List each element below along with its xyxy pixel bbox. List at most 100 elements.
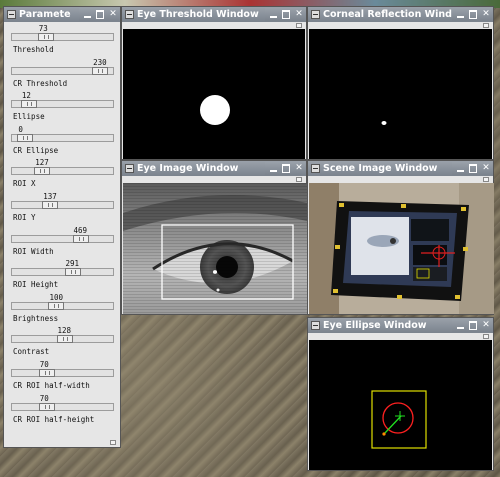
minimize-button[interactable] bbox=[81, 8, 93, 21]
minimize-button[interactable] bbox=[267, 162, 279, 175]
slider-thumb[interactable] bbox=[92, 66, 109, 75]
scroll-knob[interactable] bbox=[483, 334, 489, 339]
param-value: 12 bbox=[21, 91, 31, 101]
resize-grip[interactable] bbox=[110, 440, 116, 445]
eye-threshold-window: Eye Threshold Window ✕ bbox=[121, 6, 307, 160]
slider-thumb[interactable] bbox=[17, 133, 34, 142]
eye-ellipse-image bbox=[309, 340, 492, 470]
window-toolbar-strip bbox=[122, 176, 306, 183]
maximize-button[interactable] bbox=[94, 8, 106, 21]
minimize-button[interactable] bbox=[454, 319, 466, 332]
param-row: 230 CR Threshold bbox=[4, 58, 120, 92]
param-value: 230 bbox=[93, 57, 107, 67]
param-slider[interactable] bbox=[11, 335, 114, 344]
param-slider[interactable] bbox=[11, 133, 114, 142]
scroll-knob[interactable] bbox=[483, 23, 489, 28]
param-value: 100 bbox=[49, 292, 64, 302]
param-value: 137 bbox=[43, 192, 57, 201]
minimize-button[interactable] bbox=[454, 162, 466, 175]
maximize-button[interactable] bbox=[467, 8, 479, 21]
corneal-reflection-title: Corneal Reflection Wind bbox=[323, 9, 452, 20]
close-button[interactable]: ✕ bbox=[480, 162, 492, 175]
window-menu-icon[interactable] bbox=[125, 10, 134, 19]
slider-thumb[interactable] bbox=[64, 268, 81, 277]
window-menu-icon[interactable] bbox=[311, 321, 320, 330]
param-slider[interactable] bbox=[11, 234, 114, 243]
param-slider[interactable] bbox=[11, 201, 114, 209]
window-menu-icon[interactable] bbox=[311, 164, 320, 173]
maximize-button[interactable] bbox=[467, 162, 479, 175]
param-row: 137 ROI Y bbox=[4, 192, 120, 226]
param-row: 73 Threshold bbox=[4, 24, 120, 58]
close-button[interactable]: ✕ bbox=[480, 8, 492, 21]
param-label: Contrast bbox=[13, 347, 50, 357]
param-label: CR Threshold bbox=[13, 78, 68, 88]
slider-thumb[interactable] bbox=[42, 201, 59, 209]
param-slider[interactable] bbox=[11, 66, 114, 75]
eye-image-titlebar[interactable]: Eye Image Window ✕ bbox=[122, 161, 306, 176]
slider-thumb[interactable] bbox=[38, 402, 55, 411]
scroll-knob[interactable] bbox=[296, 177, 302, 182]
param-slider[interactable] bbox=[11, 100, 114, 109]
param-slider[interactable] bbox=[11, 167, 114, 176]
eye-ellipse-titlebar[interactable]: Eye Ellipse Window ✕ bbox=[308, 318, 493, 333]
slider-thumb[interactable] bbox=[20, 100, 37, 109]
param-row: 0 CR Ellipse bbox=[4, 125, 120, 159]
window-menu-icon[interactable] bbox=[125, 164, 134, 173]
param-label: ROI Height bbox=[13, 280, 59, 290]
slider-thumb[interactable] bbox=[38, 369, 55, 377]
param-value: 127 bbox=[35, 158, 49, 168]
parameters-title: Paramete bbox=[19, 9, 71, 20]
window-menu-icon[interactable] bbox=[311, 10, 320, 19]
scroll-knob[interactable] bbox=[296, 23, 302, 28]
scene-image-window: Scene Image Window ✕ bbox=[307, 160, 494, 315]
window-menu-icon[interactable] bbox=[7, 10, 16, 19]
param-row: 291 ROI Height bbox=[4, 259, 120, 293]
close-button[interactable]: ✕ bbox=[293, 8, 305, 21]
param-row: 128 Contrast bbox=[4, 326, 120, 360]
eye-ellipse-title: Eye Ellipse Window bbox=[323, 320, 427, 331]
slider-thumb[interactable] bbox=[34, 167, 51, 176]
parameters-window: Paramete ✕ 73 Threshold 230 CR Threshold 12 E… bbox=[3, 6, 121, 448]
maximize-button[interactable] bbox=[467, 319, 479, 332]
maximize-button[interactable] bbox=[280, 8, 292, 21]
eye-image-window: Eye Image Window ✕ bbox=[121, 160, 307, 315]
param-slider[interactable] bbox=[11, 33, 114, 41]
param-label: ROI Y bbox=[13, 213, 36, 222]
slider-thumb[interactable] bbox=[72, 234, 89, 243]
param-label: CR ROI half-height bbox=[13, 414, 95, 424]
eye-image-title: Eye Image Window bbox=[137, 163, 239, 174]
maximize-button[interactable] bbox=[280, 162, 292, 175]
param-row: 70 CR ROI half-width bbox=[4, 360, 120, 394]
param-slider[interactable] bbox=[11, 301, 114, 310]
param-row: 100 Brightness bbox=[4, 293, 120, 327]
minimize-button[interactable] bbox=[454, 8, 466, 21]
scene-image-titlebar[interactable]: Scene Image Window ✕ bbox=[308, 161, 493, 176]
param-slider[interactable] bbox=[11, 369, 114, 377]
param-slider[interactable] bbox=[11, 402, 114, 411]
slider-thumb[interactable] bbox=[48, 301, 65, 310]
eye-threshold-image bbox=[123, 29, 305, 159]
param-label: Brightness bbox=[13, 313, 59, 323]
scroll-knob[interactable] bbox=[483, 177, 489, 182]
window-toolbar-strip bbox=[308, 333, 493, 340]
minimize-button[interactable] bbox=[267, 8, 279, 21]
param-row: 469 ROI Width bbox=[4, 226, 120, 260]
eye-threshold-titlebar[interactable]: Eye Threshold Window ✕ bbox=[122, 7, 306, 22]
param-value: 128 bbox=[57, 326, 72, 336]
param-slider[interactable] bbox=[11, 268, 114, 277]
param-label: CR ROI half-width bbox=[13, 381, 90, 390]
parameters-titlebar[interactable]: Paramete ✕ bbox=[4, 7, 120, 22]
close-button[interactable]: ✕ bbox=[107, 8, 119, 21]
param-label: ROI X bbox=[13, 179, 36, 189]
close-button[interactable]: ✕ bbox=[480, 319, 492, 332]
slider-thumb[interactable] bbox=[37, 33, 54, 41]
reflection-dot bbox=[381, 121, 387, 125]
ellipse-roi-box bbox=[371, 390, 427, 449]
close-button[interactable]: ✕ bbox=[293, 162, 305, 175]
slider-thumb[interactable] bbox=[56, 335, 73, 344]
corneal-reflection-titlebar[interactable]: Corneal Reflection Wind ✕ bbox=[308, 7, 493, 22]
param-label: ROI Width bbox=[13, 246, 54, 256]
param-row: 127 ROI X bbox=[4, 158, 120, 192]
param-label: Ellipse bbox=[13, 112, 45, 122]
